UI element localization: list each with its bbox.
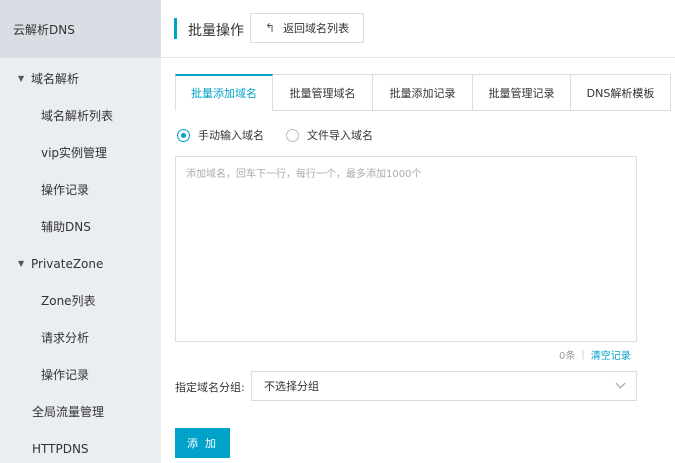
sidebar-title[interactable]: 云解析DNS [0, 0, 161, 58]
group-select-label: 指定域名分组: [175, 381, 245, 394]
caret-down-icon: ▼ [18, 74, 25, 83]
clear-records-link[interactable]: 清空记录 [591, 347, 631, 362]
sidebar-item-zone-list[interactable]: Zone列表 [0, 282, 161, 319]
tab-batch-manage-records[interactable]: 批量管理记录 [473, 74, 571, 111]
add-button[interactable]: 添 加 [175, 428, 230, 458]
domain-count: 0条 [559, 351, 576, 362]
tab-batch-add-records[interactable]: 批量添加记录 [373, 74, 473, 111]
sidebar-item-httpdns[interactable]: HTTPDNS [0, 430, 161, 463]
sidebar-group-label: 域名解析 [31, 72, 80, 86]
radio-manual-input[interactable]: 手动输入域名 [177, 127, 264, 143]
group-select[interactable]: 不选择分组 [251, 371, 637, 401]
tab-bar: 批量添加域名 批量管理域名 批量添加记录 批量管理记录 DNS解析模板 [175, 74, 671, 111]
radio-checked-icon [177, 128, 190, 142]
sidebar-item-secondary-dns[interactable]: 辅助DNS [0, 208, 161, 245]
radio-file-import[interactable]: 文件导入域名 [286, 127, 373, 143]
radio-unchecked-icon [286, 128, 299, 142]
main-content: 批量操作 ↰ 返回域名列表 批量添加域名 批量管理域名 批量添加记录 批量管理记… [161, 0, 675, 463]
back-button-label: 返回域名列表 [283, 22, 350, 35]
page-title: 批量操作 [188, 23, 244, 39]
group-select-value: 不选择分组 [264, 380, 319, 393]
domain-counter: 0条 | 清空记录 [559, 347, 631, 362]
sidebar-item-vip-instances[interactable]: vip实例管理 [0, 134, 161, 171]
radio-file-label: 文件导入域名 [307, 129, 373, 142]
tab-dns-template[interactable]: DNS解析模板 [571, 74, 671, 111]
sidebar-group-privatezone[interactable]: ▼ PrivateZone [0, 245, 161, 282]
sidebar-item-pz-operation-log[interactable]: 操作记录 [0, 356, 161, 393]
sidebar-item-operation-log[interactable]: 操作记录 [0, 171, 161, 208]
sidebar-group-domain-resolution[interactable]: ▼ 域名解析 [0, 60, 161, 97]
input-mode-radio-group: 手动输入域名 文件导入域名 [177, 127, 395, 143]
page-header: 批量操作 ↰ 返回域名列表 [161, 0, 675, 58]
return-arrow-icon: ↰ [265, 21, 276, 35]
domain-input-textarea[interactable] [175, 156, 637, 342]
sidebar: 云解析DNS ▼ 域名解析 域名解析列表 vip实例管理 操作记录 辅助DNS … [0, 0, 161, 463]
counter-separator: | [581, 349, 585, 360]
tab-batch-manage-domains[interactable]: 批量管理域名 [273, 74, 373, 111]
tab-batch-add-domains[interactable]: 批量添加域名 [175, 74, 273, 111]
radio-manual-label: 手动输入域名 [198, 129, 264, 142]
sidebar-item-domain-list[interactable]: 域名解析列表 [0, 97, 161, 134]
sidebar-item-request-analysis[interactable]: 请求分析 [0, 319, 161, 356]
chevron-down-icon [615, 378, 626, 389]
sidebar-item-global-traffic[interactable]: 全局流量管理 [0, 393, 161, 430]
title-accent-bar [174, 18, 177, 39]
caret-down-icon: ▼ [18, 259, 25, 268]
back-to-domain-list-button[interactable]: ↰ 返回域名列表 [250, 13, 364, 43]
sidebar-group-label: PrivateZone [31, 256, 104, 271]
